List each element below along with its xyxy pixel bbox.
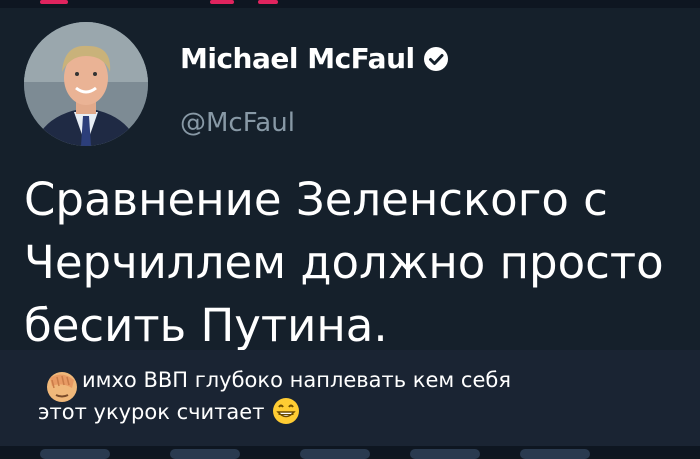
reaction-tick xyxy=(258,0,278,4)
reaction-tick xyxy=(40,0,68,4)
reaction-tick xyxy=(210,0,234,4)
comment-text: имхо ВВП глубоко наплевать кем себя этот… xyxy=(38,364,648,428)
comment-line-2: этот укурок считает xyxy=(38,400,265,424)
verified-badge-icon xyxy=(423,46,449,72)
reaction-pill[interactable] xyxy=(410,449,480,459)
profile-photo-icon xyxy=(24,22,148,146)
comment-bubble: имхо ВВП глубоко наплевать кем себя этот… xyxy=(0,350,700,446)
reaction-pill[interactable] xyxy=(300,449,370,459)
tweet-text: Сравнение Зеленского с Черчиллем должно … xyxy=(24,173,664,352)
reaction-pill[interactable] xyxy=(40,449,110,459)
avatar[interactable] xyxy=(24,22,148,146)
grinning-emoji-icon xyxy=(271,396,301,426)
reaction-pill[interactable] xyxy=(520,449,590,459)
name-row: Michael McFaul xyxy=(180,42,449,75)
comment-line-1: имхо ВВП глубоко наплевать кем себя xyxy=(82,368,511,392)
user-handle[interactable]: @McFaul xyxy=(180,108,295,138)
reaction-bar xyxy=(0,446,700,459)
display-name[interactable]: Michael McFaul xyxy=(180,42,415,75)
reaction-pill[interactable] xyxy=(170,449,240,459)
top-strip xyxy=(0,0,700,8)
tweet-card: Michael McFaul @McFaul Сравнение Зеленск… xyxy=(0,8,700,352)
